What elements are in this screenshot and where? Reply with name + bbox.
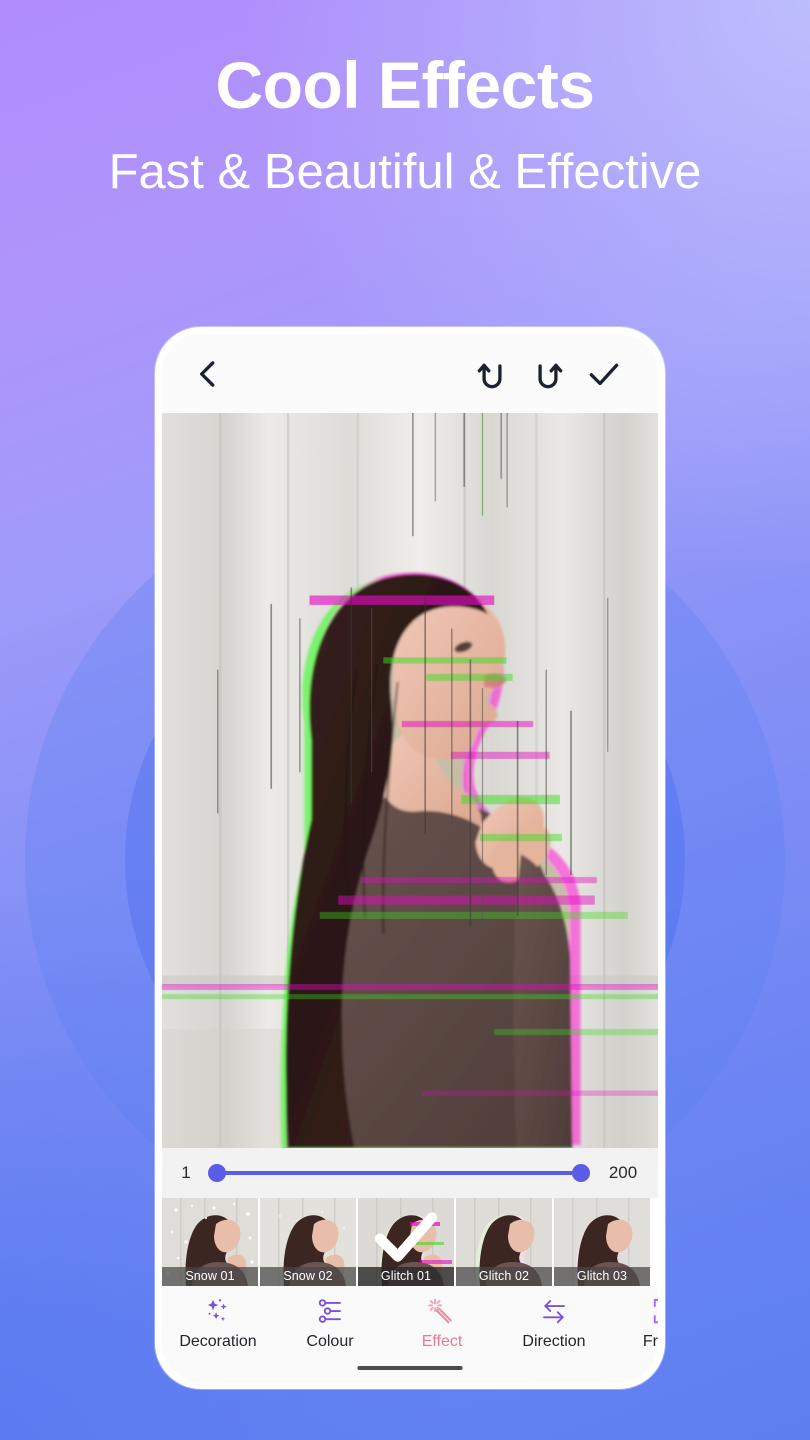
redo-icon xyxy=(538,363,563,388)
undo-icon xyxy=(477,363,502,388)
slider-handle-high[interactable] xyxy=(572,1164,590,1182)
check-icon xyxy=(374,1212,438,1262)
nav-label: Decoration xyxy=(179,1333,257,1350)
arrows-icon xyxy=(543,1300,565,1324)
nav-item-direction[interactable]: Direction xyxy=(498,1296,610,1351)
effect-thumb-glitch-01[interactable]: Glitch 01 xyxy=(358,1198,454,1286)
chevron-left-icon xyxy=(200,360,215,387)
editor-bottom-nav[interactable]: Decoration Colour Effect Direction Fr xyxy=(162,1286,658,1382)
hero-headings: Cool Effects Fast & Beautiful & Effectiv… xyxy=(0,0,810,197)
page-subtitle: Fast & Beautiful & Effective xyxy=(108,145,702,199)
nav-label: Colour xyxy=(306,1333,354,1350)
slider-handle-low[interactable] xyxy=(208,1164,226,1182)
nav-item-colour[interactable]: Colour xyxy=(274,1296,386,1351)
slider-track[interactable] xyxy=(217,1171,581,1175)
slider-track-area[interactable] xyxy=(208,1160,590,1186)
portrait-frame-icon xyxy=(653,1298,658,1324)
home-indicator xyxy=(357,1366,463,1370)
nav-label: Effect xyxy=(421,1333,463,1350)
intensity-range-slider[interactable]: 1 200 xyxy=(162,1148,658,1198)
page-title: Cool Effects xyxy=(215,48,595,122)
check-icon xyxy=(589,363,619,385)
sparkles-icon xyxy=(207,1299,227,1322)
phone-mockup: 1 200 Snow 01 Snow 02 Glitch 01 Glitch 0… xyxy=(155,327,665,1389)
slider-min-value: 1 xyxy=(181,1163,191,1182)
back-button[interactable] xyxy=(186,346,230,402)
magic-wand-icon xyxy=(428,1298,452,1324)
confirm-button[interactable] xyxy=(576,346,632,402)
nav-item-decoration[interactable]: Decoration xyxy=(162,1296,274,1351)
effect-thumb-label: Glitch 03 xyxy=(554,1267,650,1286)
edited-photo xyxy=(162,413,658,1148)
effect-thumb-label: Snow 01 xyxy=(162,1267,258,1286)
editor-toolbar xyxy=(162,334,658,413)
nav-label: Direction xyxy=(522,1333,586,1350)
effect-thumb-label: Snow 02 xyxy=(260,1267,356,1286)
nav-label: Frame xyxy=(642,1333,658,1350)
undo-button[interactable] xyxy=(464,346,520,402)
effect-thumb-snow-02[interactable]: Snow 02 xyxy=(260,1198,356,1286)
effect-thumb-snow-01[interactable]: Snow 01 xyxy=(162,1198,258,1286)
effect-thumb-glitch-02[interactable]: Glitch 02 xyxy=(456,1198,552,1286)
effect-thumb-glitch-03[interactable]: Glitch 03 xyxy=(554,1198,650,1286)
nav-item-frame[interactable]: Frame xyxy=(610,1296,658,1351)
effect-thumbnail-strip[interactable]: Snow 01 Snow 02 Glitch 01 Glitch 02 Glit… xyxy=(162,1198,658,1286)
photo-canvas[interactable] xyxy=(162,413,658,1148)
sliders-icon xyxy=(318,1299,341,1323)
redo-button[interactable] xyxy=(520,346,576,402)
effect-thumb-label: Glitch 02 xyxy=(456,1267,552,1286)
nav-item-effect[interactable]: Effect xyxy=(386,1296,498,1351)
effect-thumb-label: Glitch 01 xyxy=(358,1267,454,1286)
slider-max-value: 200 xyxy=(608,1163,638,1182)
phone-screen: 1 200 Snow 01 Snow 02 Glitch 01 Glitch 0… xyxy=(162,334,658,1382)
